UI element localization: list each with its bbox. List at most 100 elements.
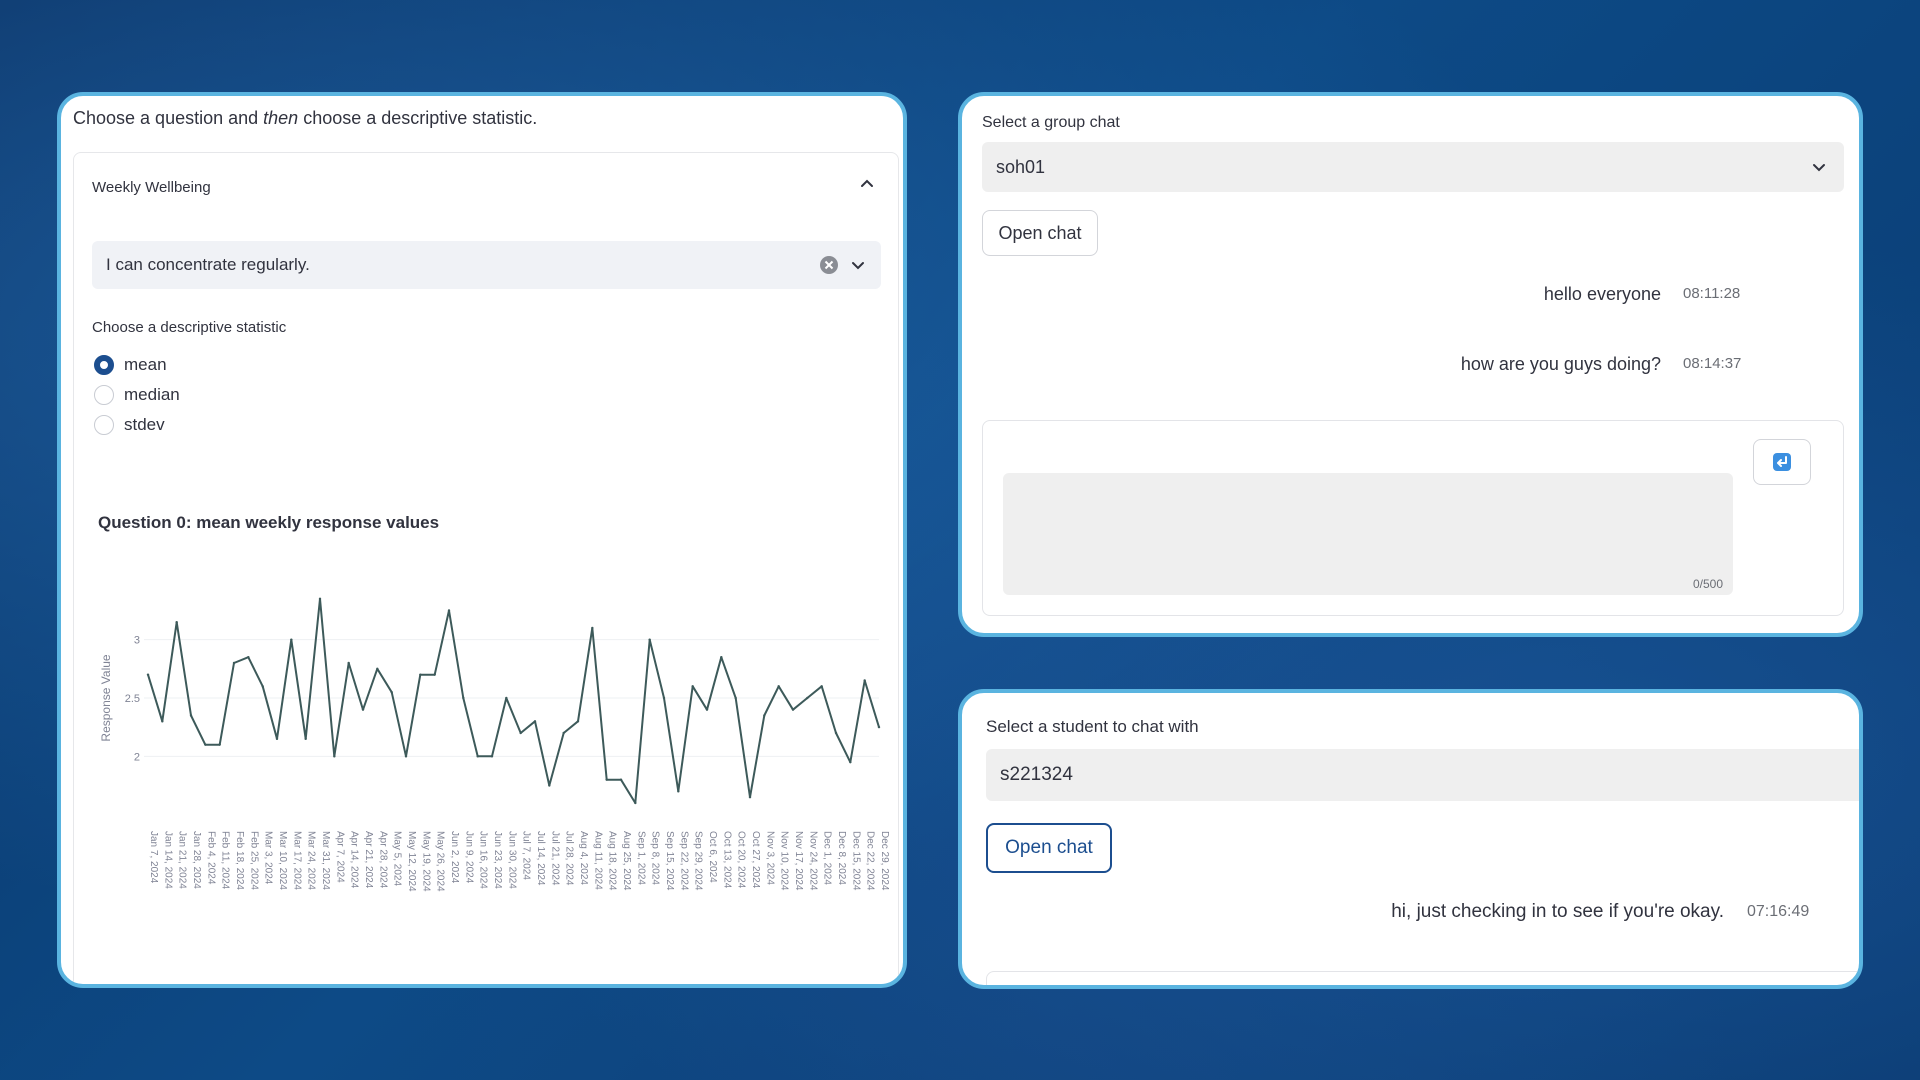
x-tick-label: Apr 21, 2024 xyxy=(363,831,374,889)
data-point xyxy=(232,661,236,665)
data-point xyxy=(275,737,279,741)
send-icon xyxy=(1773,453,1791,471)
x-tick-label: Nov 10, 2024 xyxy=(779,831,790,891)
x-tick-label: Jul 7, 2024 xyxy=(521,831,532,880)
analytics-panel: Choose a question and then choose a desc… xyxy=(57,92,907,988)
x-tick-label: Mar 17, 2024 xyxy=(291,831,302,890)
data-point xyxy=(705,708,709,711)
x-tick-label: Jan 21, 2024 xyxy=(177,831,188,889)
data-point xyxy=(304,737,307,741)
x-tick-label: Mar 31, 2024 xyxy=(320,831,331,890)
char-counter: 0/500 xyxy=(1692,577,1723,591)
radio-button-selected[interactable] xyxy=(94,355,114,375)
x-tick-label: Mar 3, 2024 xyxy=(263,831,274,885)
data-point xyxy=(204,743,207,746)
x-tick-label: Sep 22, 2024 xyxy=(678,831,689,891)
data-point xyxy=(734,696,737,700)
x-tick-label: Apr 14, 2024 xyxy=(349,831,360,889)
data-point xyxy=(347,661,350,665)
data-point xyxy=(748,795,752,799)
radio-median[interactable]: median xyxy=(94,383,180,407)
data-point xyxy=(490,755,494,758)
clear-icon[interactable] xyxy=(819,255,839,275)
data-point xyxy=(720,655,723,659)
x-tick-label: Oct 6, 2024 xyxy=(707,831,718,883)
student-select[interactable]: s221324 xyxy=(986,749,1859,801)
question-select-value: I can concentrate regularly. xyxy=(106,255,310,274)
x-tick-label: Nov 3, 2024 xyxy=(764,831,775,885)
data-point xyxy=(404,755,408,758)
data-point xyxy=(648,638,651,641)
group-chat-label: Select a group chat xyxy=(982,114,1120,131)
x-tick-label: Feb 18, 2024 xyxy=(234,831,245,890)
message-timestamp: 08:14:37 xyxy=(1683,355,1742,372)
x-axis-label: Date xyxy=(500,987,527,988)
x-tick-label: Jun 16, 2024 xyxy=(478,831,489,889)
data-point xyxy=(333,755,336,758)
student-select-value: s221324 xyxy=(1000,764,1073,785)
x-tick-label: Feb 25, 2024 xyxy=(248,831,259,890)
x-tick-label: May 26, 2024 xyxy=(435,831,446,892)
data-point xyxy=(447,609,451,612)
data-point xyxy=(390,690,393,694)
data-point xyxy=(662,696,666,700)
data-point xyxy=(376,667,379,671)
data-point xyxy=(533,720,537,723)
x-tick-label: Jan 14, 2024 xyxy=(162,831,173,889)
x-tick-label: Nov 24, 2024 xyxy=(807,831,818,891)
x-tick-label: Oct 20, 2024 xyxy=(736,831,747,889)
data-point xyxy=(290,638,293,641)
group-chat-select[interactable]: soh01 xyxy=(982,142,1844,192)
expander-title[interactable]: Weekly Wellbeing xyxy=(92,179,211,196)
data-point xyxy=(677,790,680,793)
x-tick-label: Nov 17, 2024 xyxy=(793,831,804,891)
x-tick-label: Apr 28, 2024 xyxy=(377,831,388,889)
x-tick-label: Dec 22, 2024 xyxy=(865,831,876,891)
x-tick-label: Dec 1, 2024 xyxy=(822,831,833,885)
data-point xyxy=(218,743,221,746)
instruction-text: Choose a question and then choose a desc… xyxy=(73,108,538,128)
radio-button[interactable] xyxy=(94,385,114,405)
open-group-chat-button[interactable]: Open chat xyxy=(982,210,1098,256)
open-student-chat-button[interactable]: Open chat xyxy=(986,823,1112,873)
send-button[interactable] xyxy=(1753,439,1811,485)
x-tick-label: Mar 24, 2024 xyxy=(306,831,317,890)
y-tick-label: 3 xyxy=(134,635,140,647)
line-chart: 2 2.5 3 Response Value Jan 7, 2024 Jan 14, 20… xyxy=(99,597,890,988)
data-point xyxy=(820,685,823,688)
chevron-down-icon[interactable] xyxy=(849,256,867,274)
data-point xyxy=(433,673,436,676)
data-point xyxy=(791,708,795,711)
radio-button[interactable] xyxy=(94,415,114,435)
chevron-down-icon[interactable] xyxy=(1810,158,1828,176)
data-point xyxy=(318,597,322,601)
x-tick-label: Jun 23, 2024 xyxy=(492,831,503,889)
group-chat-select-value: soh01 xyxy=(996,157,1046,177)
x-tick-label: Sep 15, 2024 xyxy=(664,831,675,891)
message-composer: 0/500 xyxy=(982,420,1844,616)
data-point xyxy=(591,626,594,630)
data-point xyxy=(462,696,465,700)
data-point xyxy=(189,714,193,717)
data-point xyxy=(576,720,580,723)
chart-title: Question 0: mean weekly response values xyxy=(98,513,440,532)
data-point xyxy=(763,714,766,717)
chat-message: hello everyone xyxy=(1543,284,1661,304)
data-point xyxy=(691,685,694,688)
x-tick-label: Oct 27, 2024 xyxy=(750,831,761,889)
question-select[interactable]: I can concentrate regularly. xyxy=(92,241,881,289)
radio-mean[interactable]: mean xyxy=(94,353,167,377)
chevron-up-icon[interactable] xyxy=(858,175,876,193)
data-point xyxy=(877,725,881,729)
data-point xyxy=(777,685,780,688)
x-tick-label: May 5, 2024 xyxy=(392,831,403,886)
x-tick-label: May 12, 2024 xyxy=(406,831,417,892)
radio-stdev[interactable]: stdev xyxy=(94,413,165,437)
x-tick-label: Aug 11, 2024 xyxy=(592,831,603,890)
message-input[interactable]: 0/500 xyxy=(1003,473,1733,595)
weekly-wellbeing-expander: Weekly Wellbeing I can concentrate regul… xyxy=(73,152,899,988)
message-timestamp: 07:16:49 xyxy=(1747,903,1810,920)
x-tick-label: Mar 10, 2024 xyxy=(277,831,288,890)
x-tick-label: Aug 4, 2024 xyxy=(578,831,589,885)
y-tick-label: 2 xyxy=(134,751,140,763)
